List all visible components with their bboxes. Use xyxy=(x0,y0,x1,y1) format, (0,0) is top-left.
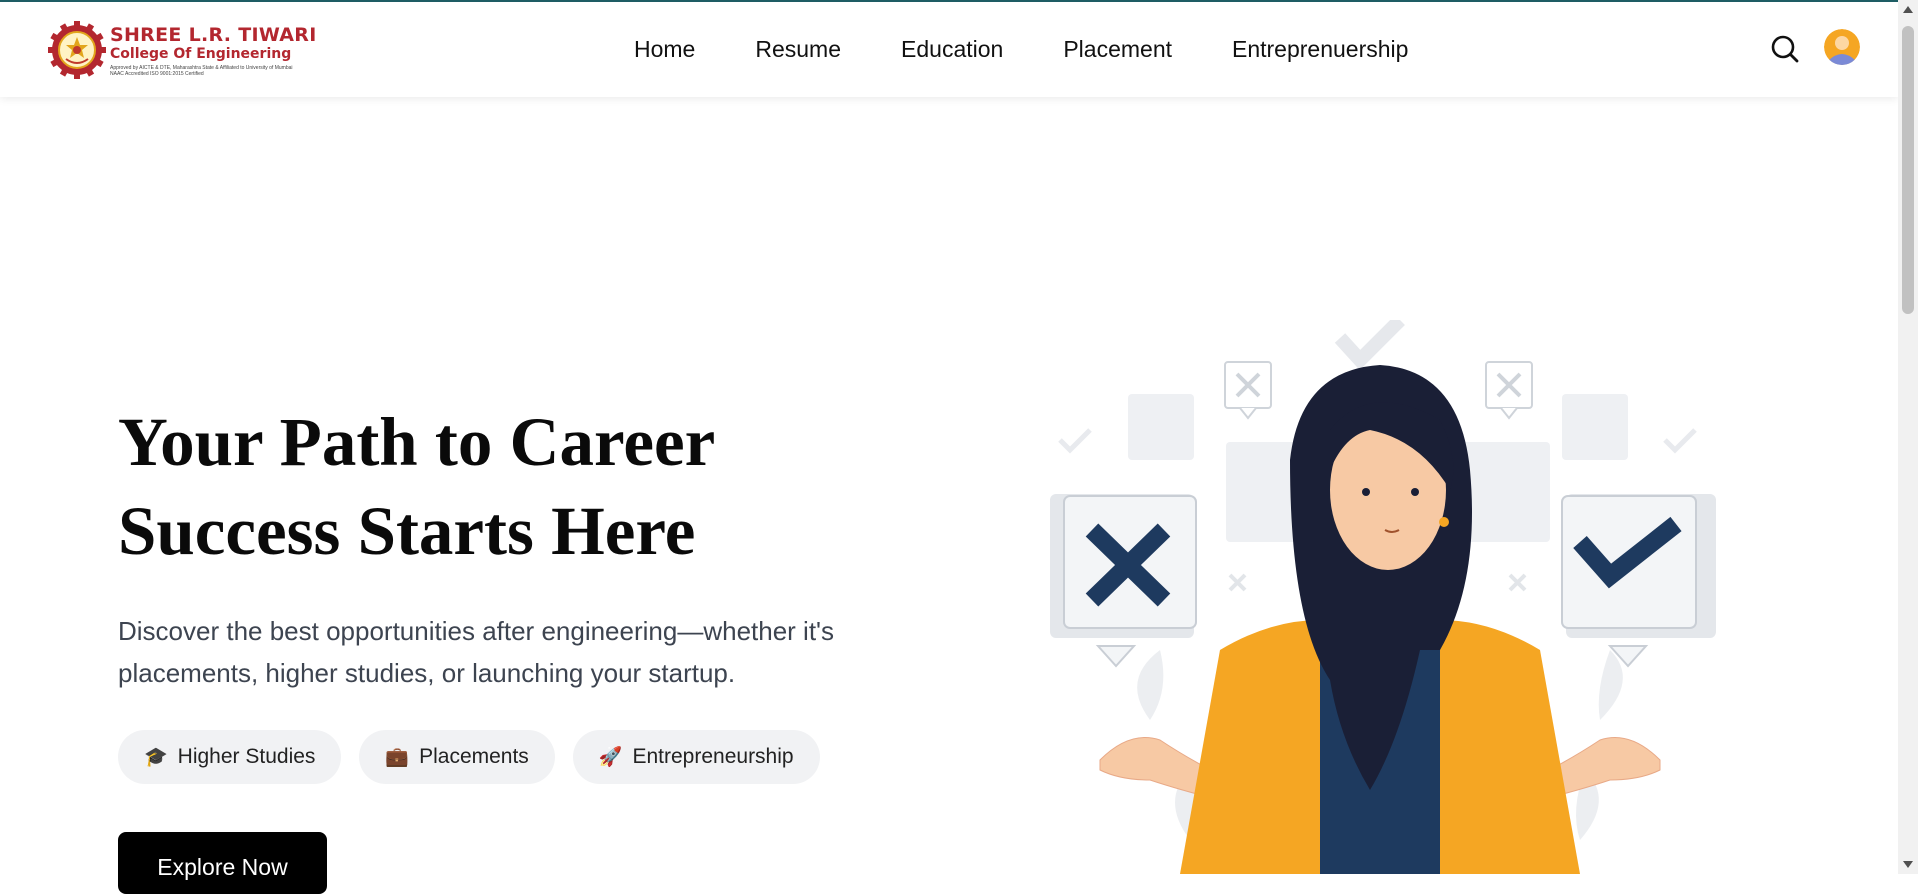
graduation-cap-icon: 🎓 xyxy=(144,747,168,768)
chip-entrepreneurship[interactable]: 🚀 Entrepreneurship xyxy=(572,730,820,784)
navbar: SHREE L.R. TIWARI College Of Engineering… xyxy=(0,2,1898,97)
brand-name: SHREE L.R. TIWARI xyxy=(110,24,317,46)
hero-title-line2: Success Starts Here xyxy=(118,493,696,569)
college-logo[interactable]: SHREE L.R. TIWARI College Of Engineering… xyxy=(48,18,316,82)
user-avatar-button[interactable] xyxy=(1824,29,1860,65)
search-button[interactable] xyxy=(1770,34,1800,64)
rocket-icon: 🚀 xyxy=(598,747,623,768)
category-chips: 🎓 Higher Studies 💼 Placements 🚀 Entrepre… xyxy=(118,730,820,784)
hero-subtitle-line1: Discover the best opportunities after en… xyxy=(118,616,835,646)
brand-subname: College Of Engineering xyxy=(110,46,292,62)
nav-entrepreneurship[interactable]: Entreprenuership xyxy=(1232,36,1408,63)
brand-tagline-naac: NAAC Accredited ISO 9001:2015 Certified xyxy=(110,71,204,77)
main-nav: Home Resume Education Placement Entrepre… xyxy=(634,2,1408,97)
scroll-up-arrow-icon[interactable] xyxy=(1903,6,1913,13)
scroll-down-arrow-icon[interactable] xyxy=(1903,861,1913,868)
search-icon xyxy=(1771,35,1799,63)
woman-decision-illustration xyxy=(1050,320,1716,874)
hero-subtitle: Discover the best opportunities after en… xyxy=(118,610,898,694)
briefcase-icon: 💼 xyxy=(385,747,410,768)
college-seal-icon xyxy=(48,21,106,79)
chip-higher-studies[interactable]: 🎓 Higher Studies xyxy=(118,730,342,784)
chip-label: Higher Studies xyxy=(177,745,316,768)
nav-placement[interactable]: Placement xyxy=(1063,36,1172,63)
hero-title-line1: Your Path to Career xyxy=(118,404,716,480)
chip-placements[interactable]: 💼 Placements xyxy=(359,730,555,784)
nav-resume[interactable]: Resume xyxy=(755,36,841,63)
chip-label: Entrepreneurship xyxy=(632,745,794,768)
nav-home[interactable]: Home xyxy=(634,36,695,63)
nav-education[interactable]: Education xyxy=(901,36,1003,63)
hero-title: Your Path to Career Success Starts Here xyxy=(118,398,818,576)
vertical-scrollbar[interactable] xyxy=(1898,0,1918,874)
explore-now-button[interactable]: Explore Now xyxy=(118,832,327,894)
hero-subtitle-line2: placements, higher studies, or launching… xyxy=(118,658,736,688)
user-avatar-icon xyxy=(1824,29,1860,65)
scroll-thumb[interactable] xyxy=(1902,26,1914,314)
chip-label: Placements xyxy=(419,745,529,768)
hero-illustration xyxy=(1040,320,1720,874)
